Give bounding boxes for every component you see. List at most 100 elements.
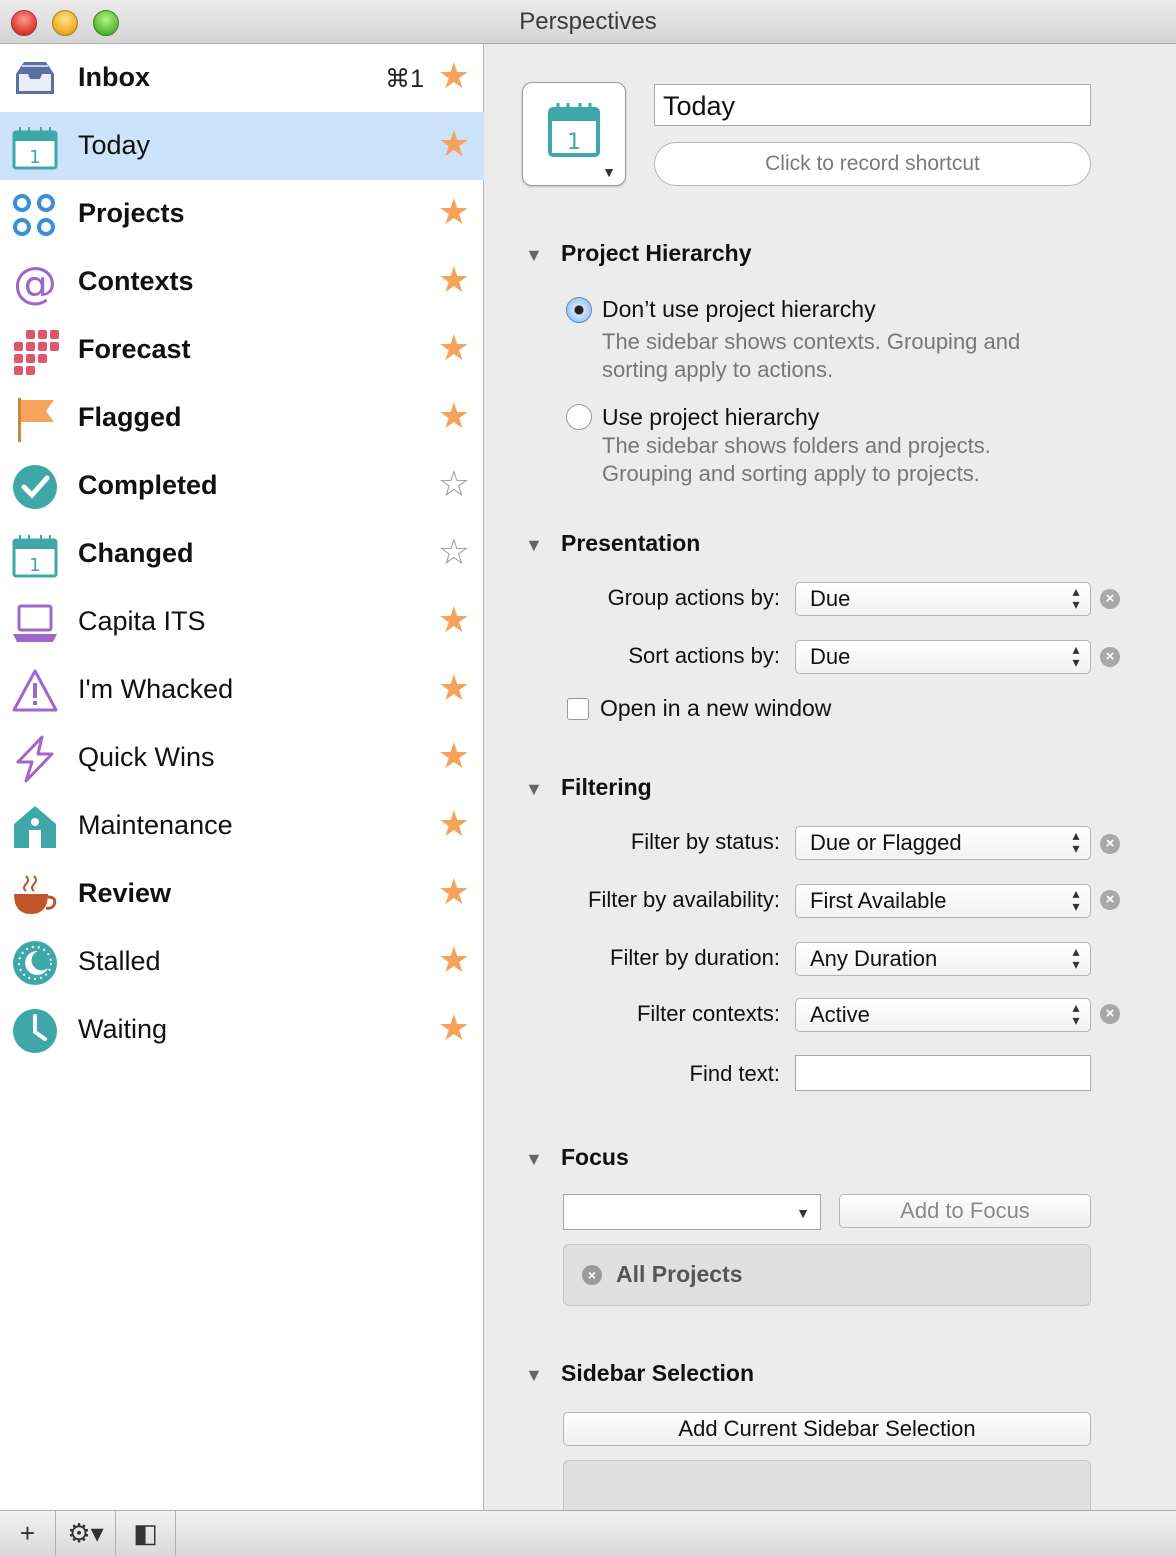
section-focus[interactable]: ▼ Focus <box>525 1144 629 1171</box>
record-shortcut-button[interactable]: Click to record shortcut <box>654 142 1091 186</box>
group-actions-label: Group actions by: <box>607 585 780 610</box>
popup-value: First Available <box>810 888 947 913</box>
add-perspective-button[interactable]: + <box>0 1511 56 1556</box>
focus-combo-box[interactable]: ▼ <box>563 1194 821 1230</box>
star-filled-icon[interactable]: ★ <box>438 328 470 368</box>
sidebar-item-projects[interactable]: Projects ★ <box>0 180 484 248</box>
disclosure-triangle-icon: ▼ <box>525 535 543 555</box>
disclosure-triangle-icon: ▼ <box>525 1149 543 1169</box>
focus-item: All Projects <box>616 1261 743 1287</box>
filter-status-popup[interactable]: Due or Flagged ▴ ▾ <box>795 826 1091 860</box>
radio-dont-use-hierarchy[interactable] <box>566 297 592 323</box>
sidebar-item-label: Flagged <box>78 402 182 432</box>
sidebar-item-label: Inbox <box>78 62 150 92</box>
sidebar-item-label: Changed <box>78 538 194 568</box>
calendar-icon: 1 <box>12 127 58 170</box>
updown-arrows-icon: ▴ ▾ <box>1072 943 1080 972</box>
group-actions-popup[interactable]: Due ▴ ▾ <box>795 582 1091 616</box>
star-filled-icon[interactable]: ★ <box>438 872 470 912</box>
star-filled-icon[interactable]: ★ <box>438 940 470 980</box>
star-filled-icon[interactable]: ★ <box>438 736 470 776</box>
add-to-focus-button[interactable]: Add to Focus <box>839 1194 1091 1228</box>
sidebar-item-waiting[interactable]: Waiting ★ <box>0 996 484 1064</box>
disclosure-triangle-icon: ▼ <box>525 245 543 265</box>
star-filled-icon[interactable]: ★ <box>438 1008 470 1048</box>
perspective-icon-picker[interactable]: 1 ▼ <box>522 82 626 186</box>
star-filled-icon[interactable]: ★ <box>438 600 470 640</box>
moon-icon <box>13 941 57 985</box>
sidebar-item-label: Waiting <box>78 1014 168 1044</box>
section-sidebar-selection[interactable]: ▼ Sidebar Selection <box>525 1360 754 1387</box>
open-new-window-label: Open in a new window <box>600 695 832 721</box>
clear-group-button[interactable]: × <box>1100 589 1120 609</box>
disclosure-triangle-icon: ▼ <box>525 1365 543 1385</box>
inbox-icon <box>16 62 54 94</box>
filter-contexts-label: Filter contexts: <box>636 1001 780 1026</box>
star-outline-icon[interactable]: ☆ <box>438 464 470 504</box>
filter-availability-popup[interactable]: First Available ▴ ▾ <box>795 884 1091 918</box>
sidebar-item-forecast[interactable]: Forecast ★ <box>0 316 484 384</box>
radio-description: The sidebar shows folders and projects. … <box>602 433 991 486</box>
clear-contexts-button[interactable]: × <box>1100 1004 1120 1024</box>
star-filled-icon[interactable]: ★ <box>438 396 470 436</box>
clear-availability-button[interactable]: × <box>1100 890 1120 910</box>
updown-arrows-icon: ▴ ▾ <box>1072 885 1080 914</box>
warning-icon <box>12 669 58 712</box>
popup-value: Due <box>810 586 851 611</box>
star-filled-icon[interactable]: ★ <box>438 124 470 164</box>
star-filled-icon[interactable]: ★ <box>438 804 470 844</box>
section-filtering[interactable]: ▼ Filtering <box>525 774 652 801</box>
perspective-name-field[interactable]: Today <box>654 84 1091 126</box>
clear-status-button[interactable]: × <box>1100 834 1120 854</box>
star-outline-icon[interactable]: ☆ <box>438 532 470 572</box>
sidebar-item-stalled[interactable]: Stalled ★ <box>0 928 484 996</box>
sort-actions-label: Sort actions by: <box>628 643 780 668</box>
sidebar-item-label: Capita ITS <box>78 606 206 636</box>
sidebar-item-changed[interactable]: 1 Changed ☆ <box>0 520 484 588</box>
remove-focus-icon[interactable]: × <box>582 1265 602 1285</box>
gear-menu-button[interactable]: ⚙▾ <box>56 1511 116 1556</box>
star-filled-icon[interactable]: ★ <box>438 192 470 232</box>
toggle-sidebar-button[interactable]: ◧ <box>116 1511 176 1556</box>
sidebar-item-i-m-whacked[interactable]: I'm Whacked ★ <box>0 656 484 724</box>
coffee-cup-icon <box>14 875 57 914</box>
svg-text:1: 1 <box>567 130 581 155</box>
sort-actions-popup[interactable]: Due ▴ ▾ <box>795 640 1091 674</box>
sidebar-item-completed[interactable]: Completed ☆ <box>0 452 484 520</box>
star-filled-icon[interactable]: ★ <box>438 56 470 96</box>
radio-label: Use project hierarchy <box>602 404 820 430</box>
radio-use-hierarchy[interactable] <box>566 404 592 430</box>
section-title: Sidebar Selection <box>561 1360 755 1386</box>
lightning-icon <box>16 735 54 783</box>
sidebar-item-inbox[interactable]: Inbox ⌘1 ★ <box>0 44 484 112</box>
sidebar-item-label: Projects <box>78 198 185 228</box>
svg-text:1: 1 <box>29 555 40 576</box>
svg-text:1: 1 <box>29 147 40 168</box>
star-filled-icon[interactable]: ★ <box>438 668 470 708</box>
laptop-icon <box>13 604 57 642</box>
projects-icon <box>13 194 55 236</box>
filter-duration-popup[interactable]: Any Duration ▴ ▾ <box>795 942 1091 976</box>
filter-availability-label: Filter by availability: <box>588 887 780 912</box>
radio-description: The sidebar shows contexts. Grouping and… <box>602 329 1021 382</box>
find-text-label: Find text: <box>689 1061 780 1086</box>
sidebar-item-review[interactable]: Review ★ <box>0 860 484 928</box>
sidebar-item-capita-its[interactable]: Capita ITS ★ <box>0 588 484 656</box>
sidebar-item-flagged[interactable]: Flagged ★ <box>0 384 484 452</box>
star-filled-icon[interactable]: ★ <box>438 260 470 300</box>
sidebar-item-maintenance[interactable]: Maintenance ★ <box>0 792 484 860</box>
sidebar-item-contexts[interactable]: @ Contexts ★ <box>0 248 484 316</box>
find-text-field[interactable] <box>795 1055 1091 1091</box>
section-presentation[interactable]: ▼ Presentation <box>525 530 700 557</box>
section-project-hierarchy[interactable]: ▼ Project Hierarchy <box>525 240 751 267</box>
updown-arrows-icon: ▴ ▾ <box>1072 827 1080 856</box>
sidebar-item-quick-wins[interactable]: Quick Wins ★ <box>0 724 484 792</box>
filter-contexts-popup[interactable]: Active ▴ ▾ <box>795 998 1091 1032</box>
house-icon <box>14 806 56 848</box>
focus-list: × All Projects <box>563 1244 1091 1306</box>
perspectives-sidebar: Inbox ⌘1 ★ 1 Today ★ Projects ★ @ Contexts ★ Foreca… <box>0 44 484 1510</box>
clear-sort-button[interactable]: × <box>1100 647 1120 667</box>
open-new-window-checkbox[interactable] <box>567 698 589 720</box>
sidebar-item-today[interactable]: 1 Today ★ <box>0 112 484 180</box>
add-sidebar-selection-button[interactable]: Add Current Sidebar Selection <box>563 1412 1091 1446</box>
